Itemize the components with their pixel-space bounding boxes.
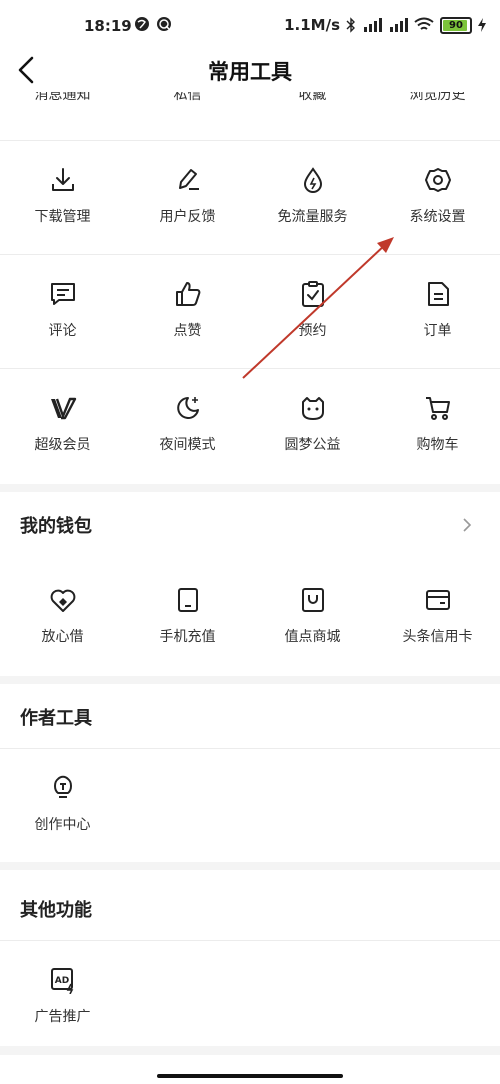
credit-card-icon	[426, 590, 450, 610]
tool-row: 评论 点赞 预约 订单	[0, 254, 500, 369]
lightbulb-icon	[54, 775, 72, 798]
tool-label: 预约	[298, 323, 327, 339]
page-title: 常用工具	[208, 60, 292, 84]
tool-likes[interactable]: 点赞	[125, 254, 250, 368]
author-label: 创作中心	[34, 817, 91, 833]
tool-label: 评论	[48, 323, 77, 339]
charity-face-icon	[302, 397, 324, 420]
signal-icon	[364, 18, 382, 32]
tool-super-vip[interactable]: 超级会员	[0, 368, 125, 482]
tool-download-manager[interactable]: 下载管理	[0, 140, 125, 254]
gear-icon	[425, 168, 451, 192]
other-label: 广告推广	[34, 1009, 91, 1025]
section-title-other: 其他功能	[20, 900, 92, 921]
download-icon	[52, 168, 74, 191]
wallet-item-mall[interactable]: 值点商城	[250, 560, 375, 674]
moon-icon	[177, 397, 199, 419]
tool-reservation[interactable]: 预约	[250, 254, 375, 368]
thumbs-up-icon	[176, 282, 201, 306]
tool-night-mode[interactable]: 夜间模式	[125, 368, 250, 482]
section-title-author: 作者工具	[20, 708, 92, 729]
tool-label: 超级会员	[34, 437, 91, 453]
wifi-icon	[414, 17, 434, 30]
cart-icon	[426, 397, 450, 420]
svg-text:AD: AD	[55, 976, 69, 986]
wallet-section: 我的钱包 放心借 手机充值 值点商城 头条信用卡	[0, 492, 500, 676]
tool-label: 订单	[423, 323, 452, 339]
tool-label: 夜间模式	[159, 437, 216, 453]
tool-row: 超级会员 夜间模式 圆梦公益 购物车	[0, 368, 500, 482]
tool-comments[interactable]: 评论	[0, 254, 125, 368]
wallet-label: 手机充值	[159, 629, 216, 645]
water-drop-icon	[303, 167, 323, 193]
edit-pen-icon	[179, 169, 199, 190]
tool-label: 下载管理	[34, 209, 91, 225]
tool-label: 点赞	[173, 323, 202, 339]
bluetooth-icon	[346, 17, 355, 33]
status-time: 18:19	[84, 17, 132, 35]
top-row-cut: 消息通知 私信 收藏 浏览历史	[0, 92, 500, 116]
app-notification-icon	[157, 17, 171, 31]
vip-v-icon	[51, 397, 77, 420]
tool-label: 系统设置	[409, 209, 466, 225]
phone-icon	[178, 588, 198, 612]
author-item-creation-center[interactable]: 创作中心	[0, 748, 125, 862]
author-tools-section: 作者工具 创作中心	[0, 684, 500, 862]
signal-icon-2	[390, 18, 408, 32]
globe-icon	[135, 17, 149, 31]
chevron-right-icon[interactable]	[460, 518, 474, 532]
wallet-label: 头条信用卡	[402, 629, 473, 645]
status-bar: 18:19 1.1M/s 90	[0, 0, 500, 52]
tool-item-cut[interactable]: 私信	[125, 92, 250, 104]
tool-free-data[interactable]: 免流量服务	[250, 140, 375, 254]
tool-label: 免流量服务	[277, 209, 348, 225]
wallet-item-recharge[interactable]: 手机充值	[125, 560, 250, 674]
tool-orders[interactable]: 订单	[375, 254, 500, 368]
tool-label: 用户反馈	[159, 209, 216, 225]
wallet-label: 放心借	[41, 629, 84, 645]
common-tools-section: 下载管理 用户反馈 免流量服务 系统设置 评论 点赞 预约 订单 超级会员 夜间…	[0, 116, 500, 484]
tool-charity[interactable]: 圆梦公益	[250, 368, 375, 482]
tool-user-feedback[interactable]: 用户反馈	[125, 140, 250, 254]
tool-label: 购物车	[416, 437, 459, 453]
clipboard-check-icon	[302, 281, 324, 307]
tool-row: 下载管理 用户反馈 免流量服务 系统设置	[0, 140, 500, 255]
wallet-item-loan[interactable]: 放心借	[0, 560, 125, 674]
tool-item-cut[interactable]: 消息通知	[0, 92, 125, 104]
ad-icon: AD	[51, 968, 74, 994]
other-functions-section: 其他功能 AD 广告推广	[0, 870, 500, 1046]
network-speed: 1.1M/s	[284, 16, 340, 34]
header: 常用工具	[0, 52, 500, 92]
comment-icon	[51, 283, 75, 305]
tool-shopping-cart[interactable]: 购物车	[375, 368, 500, 482]
home-indicator[interactable]	[157, 1074, 343, 1078]
tool-item-cut[interactable]: 浏览历史	[375, 92, 500, 104]
wallet-item-credit-card[interactable]: 头条信用卡	[375, 560, 500, 674]
section-title-wallet: 我的钱包	[20, 516, 92, 537]
tool-system-settings[interactable]: 系统设置	[375, 140, 500, 254]
charging-icon	[478, 18, 486, 32]
wallet-row: 放心借 手机充值 值点商城 头条信用卡	[0, 560, 500, 674]
other-row: AD 广告推广	[0, 940, 500, 1054]
battery-icon: 90	[440, 16, 472, 34]
navigation-bar	[0, 1055, 500, 1084]
battery-level: 90	[449, 19, 463, 31]
author-row: 创作中心	[0, 748, 500, 862]
tool-label: 圆梦公益	[284, 437, 341, 453]
heart-coin-icon	[50, 589, 76, 612]
status-right: 1.1M/s 90	[284, 16, 486, 34]
status-left-icons	[134, 16, 172, 32]
other-item-ad-promotion[interactable]: AD 广告推广	[0, 940, 125, 1054]
document-icon	[428, 282, 449, 306]
wallet-label: 值点商城	[284, 629, 341, 645]
shopping-bag-icon	[302, 588, 324, 612]
tool-item-cut[interactable]: 收藏	[250, 92, 375, 104]
